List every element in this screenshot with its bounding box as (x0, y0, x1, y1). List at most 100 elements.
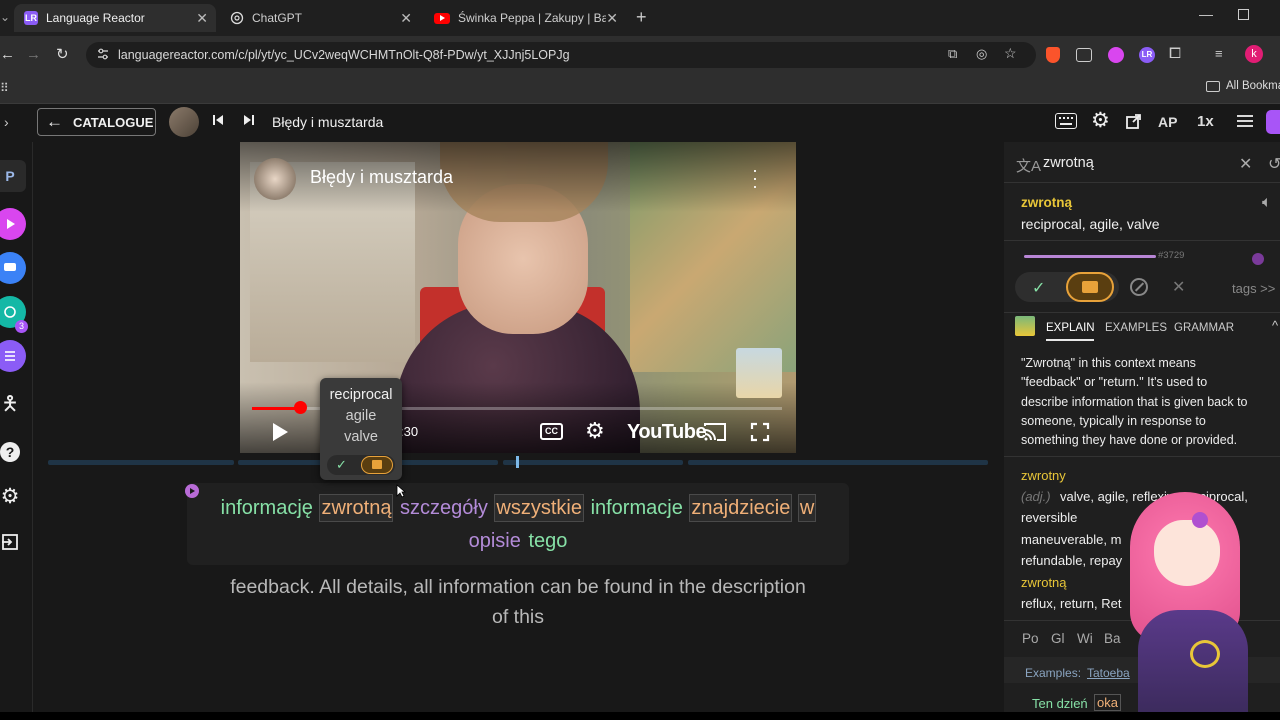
new-tab-plus-icon[interactable]: + (636, 7, 647, 28)
video-play-icon[interactable] (270, 422, 290, 442)
all-bookmarks-link[interactable]: All Bookmar (1226, 80, 1280, 92)
translation-line-2: of this (491, 606, 545, 628)
tab-peppa[interactable]: Świnka Peppa | Zakupy | Bajki P ✕ (424, 4, 626, 32)
subtitle-word[interactable]: opisie (468, 528, 522, 554)
youtube-logo[interactable]: YouTube (627, 421, 707, 444)
menu-lines-icon[interactable] (1236, 113, 1254, 129)
dismiss-icon[interactable]: ✕ (1172, 277, 1185, 297)
video-time: :30 (400, 424, 419, 439)
folder-icon (1206, 81, 1220, 92)
clear-search-icon[interactable]: ✕ (1239, 154, 1252, 174)
tab-examples[interactable]: EXAMPLES (1105, 322, 1167, 334)
rail-settings-gear-icon[interactable]: ⚙ (0, 480, 26, 512)
back-arrow-icon[interactable]: ← (0, 46, 15, 63)
rail-help-icon[interactable]: ? (0, 436, 26, 468)
video-progress-scrubber[interactable] (293, 401, 307, 414)
explain-text: "Zwrotną" in this context means "feedbac… (1021, 354, 1280, 450)
catalogue-button[interactable]: ← CATALOGUE (37, 108, 156, 136)
share-export-icon[interactable] (1125, 112, 1143, 130)
rail-play-icon[interactable] (0, 208, 26, 240)
explain-line: someone, typically in response to (1021, 413, 1206, 428)
history-icon[interactable]: ↺ (1268, 154, 1280, 174)
autopause-button[interactable]: AP (1158, 114, 1177, 130)
video-settings-gear-icon[interactable]: ⚙ (585, 418, 605, 444)
subtitle-word[interactable]: zwrotną (319, 494, 394, 522)
tags-link[interactable]: tags >> (1232, 281, 1275, 296)
subtitle-word[interactable]: wszystkie (494, 494, 584, 522)
site-settings-icon[interactable] (96, 47, 110, 61)
bookmark-star-icon[interactable]: ☆ (1004, 45, 1017, 62)
reload-icon[interactable]: ↻ (56, 45, 69, 63)
subtitle-word[interactable]: szczegóły (399, 495, 489, 521)
install-app-icon[interactable]: ⧉ (948, 46, 957, 62)
subtitle-timeline[interactable] (48, 456, 988, 468)
language-reactor-extension-icon[interactable]: LR (1139, 47, 1155, 63)
tab-explain[interactable]: EXPLAIN (1046, 322, 1095, 334)
tab-language-reactor[interactable]: LR Language Reactor ✕ (14, 4, 216, 32)
subtitle-word[interactable]: informację (220, 495, 314, 521)
next-video-icon[interactable] (242, 113, 256, 127)
extensions-puzzle-icon[interactable]: ⧠ (1169, 45, 1181, 62)
popup-save-word-icon[interactable] (361, 456, 393, 474)
example-word[interactable]: oka (1094, 694, 1121, 711)
panel-toggle-button[interactable] (1266, 110, 1280, 134)
rail-chat-icon[interactable] (0, 252, 26, 284)
close-tab-icon[interactable]: ✕ (400, 10, 412, 27)
subtitle-word[interactable]: tego (527, 528, 568, 554)
status-dot (1252, 253, 1264, 265)
dictionary-word-2: zwrotną (1021, 575, 1067, 590)
rail-badge: 3 (15, 320, 28, 333)
tab-chatgpt[interactable]: ChatGPT ✕ (220, 4, 420, 32)
vtuber-avatar-overlay (1118, 490, 1280, 712)
bookmarks-bar: ⠿ All Bookmar (0, 74, 1280, 104)
mark-known-check-icon[interactable]: ✓ (1032, 278, 1045, 298)
tab-title: Świnka Peppa | Zakupy | Bajki P (458, 11, 608, 25)
channel-avatar[interactable] (169, 107, 199, 137)
avatar-hair-flower (1192, 512, 1208, 528)
url-field[interactable]: languagereactor.com/c/pl/yt/yc_UCv2weqWC… (86, 42, 1036, 68)
close-tab-icon[interactable]: ✕ (196, 10, 208, 27)
fullscreen-icon[interactable] (750, 422, 770, 442)
link-gl[interactable]: Gl (1051, 631, 1065, 646)
popup-mark-known-check-icon[interactable]: ✓ (336, 457, 347, 473)
video-more-icon[interactable]: · · · (752, 161, 758, 195)
cast-icon[interactable] (702, 422, 728, 442)
tracking-eye-icon[interactable]: ◎ (976, 46, 987, 62)
profile-avatar[interactable]: k (1245, 45, 1263, 63)
tab-search-chevron-icon[interactable]: ⌄ (0, 10, 10, 24)
previous-video-icon[interactable] (211, 113, 225, 127)
video-channel-avatar[interactable] (254, 158, 296, 200)
collapse-chevron-icon[interactable]: ^ (1272, 318, 1278, 333)
keyboard-shortcuts-icon[interactable] (1055, 113, 1077, 129)
playback-speed-button[interactable]: 1x (1197, 113, 1214, 130)
subtitle-word[interactable]: znajdziecie (689, 494, 793, 522)
save-word-button[interactable] (1066, 272, 1114, 302)
popup-line-1: reciprocal (329, 387, 393, 403)
apps-grid-icon[interactable]: ⠿ (0, 81, 9, 95)
settings-gear-icon[interactable]: ⚙ (1091, 110, 1110, 132)
rail-figure-icon[interactable]: 🯅 (0, 390, 26, 422)
rail-logout-icon[interactable] (0, 526, 26, 558)
dictionary-search-input[interactable]: zwrotną (1043, 155, 1094, 171)
extension-window-icon[interactable] (1076, 48, 1092, 62)
popup-line-3: valve (344, 429, 378, 445)
subtitle-word[interactable]: w (797, 494, 817, 522)
forward-arrow-icon[interactable]: → (26, 46, 41, 63)
captions-cc-icon[interactable]: CC (540, 423, 563, 440)
extension-colorful-icon[interactable] (1108, 47, 1124, 63)
minimize-icon[interactable]: — (1199, 6, 1213, 22)
link-po[interactable]: Po (1022, 631, 1039, 646)
link-wi[interactable]: Wi (1077, 631, 1093, 646)
rail-p-button[interactable]: P (0, 160, 26, 192)
close-tab-icon[interactable]: ✕ (606, 10, 618, 27)
tab-grammar[interactable]: GRAMMAR (1174, 322, 1234, 334)
ignore-word-icon[interactable] (1130, 278, 1148, 296)
subtitle-word[interactable]: informacje (590, 495, 684, 521)
rail-list-icon[interactable] (0, 340, 26, 372)
reading-list-icon[interactable]: ≡ (1215, 46, 1223, 61)
translation-line-1: feedback. All details, all information c… (230, 576, 806, 598)
brave-shield-icon[interactable] (1046, 47, 1060, 63)
maximize-icon[interactable] (1238, 9, 1249, 20)
speaker-icon[interactable]: 🔈︎ (1262, 194, 1272, 212)
expand-sidebar-chevron-icon[interactable]: › (4, 114, 9, 130)
